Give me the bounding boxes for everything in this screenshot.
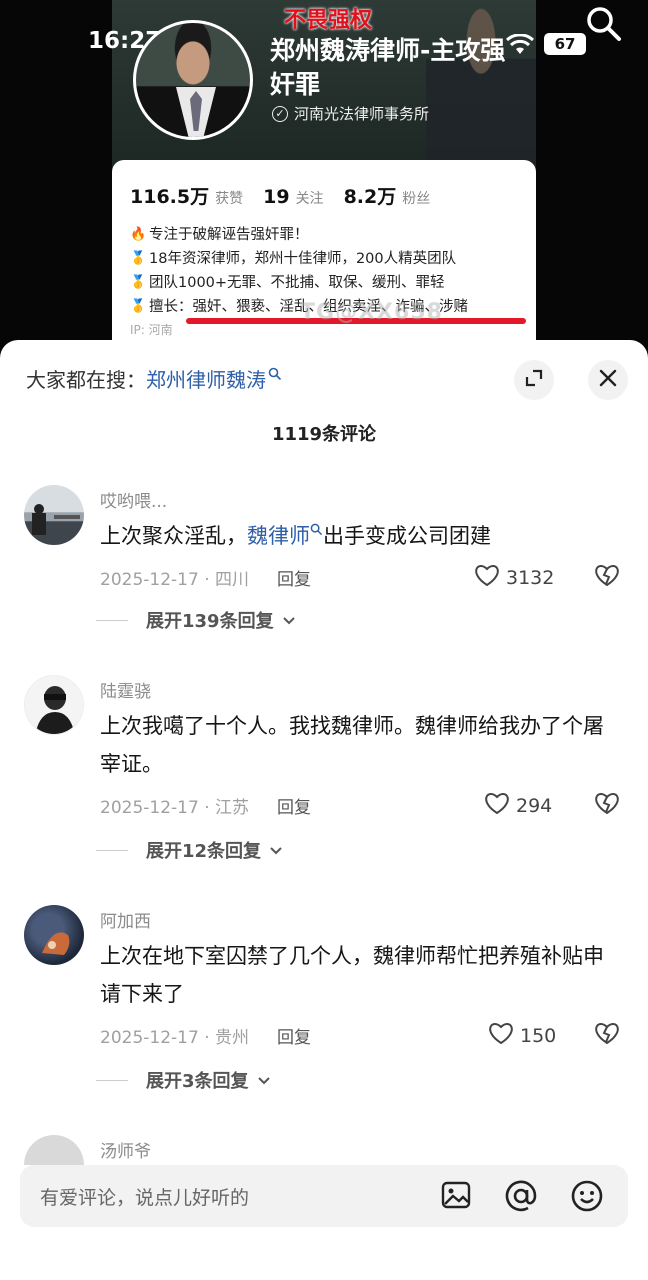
medal-icon: 🥇 bbox=[130, 299, 147, 314]
expand-icon bbox=[524, 368, 544, 392]
profile-stats: 116.5万 获赞 19 关注 8.2万 粉丝 bbox=[130, 182, 518, 209]
comment-text: 上次聚众淫乱，魏律师 出手变成公司团建 bbox=[100, 517, 620, 555]
dislike-button[interactable] bbox=[594, 563, 620, 591]
comment-count: 1119条评论 bbox=[271, 424, 377, 445]
verified-icon: ✓ bbox=[272, 105, 288, 122]
comment-meta: 2025-12-17 · 四川 回复 bbox=[100, 565, 311, 590]
search-suggestion[interactable]: 大家都在搜： 郑州律师魏涛 bbox=[26, 364, 282, 393]
like-count: 3132 bbox=[506, 566, 555, 589]
avatar[interactable] bbox=[24, 905, 84, 965]
wifi-icon bbox=[505, 33, 535, 60]
video-banner-text: 不畏强权 bbox=[284, 8, 373, 33]
search-suggestion-prefix: 大家都在搜： bbox=[26, 368, 146, 392]
expand-replies-button[interactable]: 展开3条回复 bbox=[96, 1067, 271, 1093]
chevron-down-icon bbox=[282, 610, 296, 631]
comment-text-part: 上次聚众淫乱， bbox=[100, 524, 247, 548]
image-icon[interactable] bbox=[440, 1179, 472, 1215]
expand-replies-button[interactable]: 展开12条回复 bbox=[96, 837, 283, 863]
likes-label: 获赞 bbox=[215, 191, 244, 207]
comment-date: 2025-12-17 · 江苏 bbox=[100, 798, 250, 818]
comment-text: 上次我噶了十个人。我找魏律师。魏律师给我办了个屠宰证。 bbox=[100, 714, 604, 776]
emoji-icon[interactable] bbox=[570, 1179, 604, 1217]
search-icon bbox=[310, 523, 323, 548]
dislike-button[interactable] bbox=[594, 791, 620, 819]
profile-avatar[interactable] bbox=[133, 20, 253, 140]
broken-heart-icon bbox=[594, 565, 620, 591]
medal-icon: 🥇 bbox=[130, 251, 147, 266]
like-button[interactable]: 294 bbox=[484, 791, 552, 820]
verified-org: 河南光法律师事务所 bbox=[294, 105, 430, 123]
comment-item: 汤师爷 bbox=[0, 1135, 648, 1165]
at-icon[interactable] bbox=[504, 1179, 538, 1217]
dislike-button[interactable] bbox=[594, 1021, 620, 1049]
followers-count: 8.2万 bbox=[343, 186, 397, 208]
heart-icon bbox=[474, 563, 500, 592]
comment-username[interactable]: 哎哟喂... bbox=[100, 487, 167, 512]
reply-button[interactable]: 回复 bbox=[277, 565, 311, 590]
comment-text: 上次在地下室囚禁了几个人，魏律师帮忙把养殖补贴申请下来了 bbox=[100, 944, 604, 1006]
video-background[interactable]: 不畏强权 16:27 67 郑州魏涛律师-主攻强奸罪 ✓ 河南光法律师事务所 1… bbox=[0, 0, 648, 360]
bio-line: 🥇 团队1000+无罪、不批捕、取保、缓刑、罪轻 bbox=[130, 271, 518, 295]
bio-text: 专注于破解诬告强奸罪！ bbox=[149, 227, 309, 243]
likes-count: 116.5万 bbox=[130, 186, 210, 208]
avatar[interactable] bbox=[24, 675, 84, 735]
bio-text: 18年资深律师，郑州十佳律师，200人精英团队 bbox=[149, 251, 457, 267]
divider bbox=[96, 619, 128, 621]
expand-replies-label: 展开139条回复 bbox=[146, 611, 274, 632]
comment-date: 2025-12-17 · 贵州 bbox=[100, 1028, 250, 1048]
expand-replies-label: 展开12条回复 bbox=[146, 841, 262, 862]
battery-indicator: 67 bbox=[544, 33, 586, 55]
like-button[interactable]: 150 bbox=[488, 1021, 556, 1050]
avatar[interactable] bbox=[24, 485, 84, 545]
close-button[interactable] bbox=[588, 360, 628, 400]
comment-input[interactable]: 有爱评论，说点儿好听的 bbox=[20, 1165, 628, 1227]
comment-meta: 2025-12-17 · 贵州 回复 bbox=[100, 1023, 311, 1048]
like-count: 294 bbox=[516, 794, 553, 817]
broken-heart-icon bbox=[594, 793, 620, 819]
reply-button[interactable]: 回复 bbox=[277, 1023, 311, 1048]
followers-label: 粉丝 bbox=[402, 191, 431, 207]
comment-username[interactable]: 陆霆骁 bbox=[100, 677, 151, 702]
chevron-down-icon bbox=[257, 1070, 271, 1091]
fire-icon: 🔥 bbox=[130, 227, 147, 242]
comment-meta: 2025-12-17 · 江苏 回复 bbox=[100, 793, 311, 818]
medal-icon: 🥇 bbox=[130, 275, 147, 290]
profile-info-card: 116.5万 获赞 19 关注 8.2万 粉丝 🔥 专注于破解诬告强奸罪！ 🥇 … bbox=[112, 160, 536, 360]
comment-input-placeholder: 有爱评论，说点儿好听的 bbox=[40, 1187, 250, 1209]
expand-sheet-button[interactable] bbox=[514, 360, 554, 400]
expand-replies-label: 展开3条回复 bbox=[146, 1071, 249, 1092]
divider bbox=[96, 849, 128, 851]
bio-line: 🥇 18年资深律师，郑州十佳律师，200人精英团队 bbox=[130, 247, 518, 271]
search-icon bbox=[268, 362, 282, 386]
avatar[interactable] bbox=[24, 1135, 84, 1165]
like-button[interactable]: 3132 bbox=[474, 563, 554, 592]
comment-username[interactable]: 汤师爷 bbox=[100, 1137, 151, 1162]
comment-username[interactable]: 阿加西 bbox=[100, 907, 151, 932]
search-suggestion-keyword[interactable]: 郑州律师魏涛 bbox=[146, 364, 266, 393]
comment-keyword-link[interactable]: 魏律师 bbox=[247, 524, 310, 548]
profile-name[interactable]: 郑州魏涛律师-主攻强奸罪 bbox=[270, 34, 510, 102]
chevron-down-icon bbox=[269, 840, 283, 861]
verified-badge: ✓ 河南光法律师事务所 bbox=[272, 103, 429, 124]
following-label: 关注 bbox=[295, 191, 324, 207]
bio-text: 团队1000+无罪、不批捕、取保、缓刑、罪轻 bbox=[149, 275, 445, 291]
divider bbox=[96, 1079, 128, 1081]
comment-date: 2025-12-17 · 四川 bbox=[100, 570, 250, 590]
heart-icon bbox=[484, 791, 510, 820]
reply-button[interactable]: 回复 bbox=[277, 793, 311, 818]
search-icon[interactable] bbox=[584, 4, 624, 48]
broken-heart-icon bbox=[594, 1023, 620, 1049]
heart-icon bbox=[488, 1021, 514, 1050]
watermark: TG@XX658 bbox=[300, 300, 443, 325]
bio-line: 🔥 专注于破解诬告强奸罪！ bbox=[130, 223, 518, 247]
comment-sheet: 大家都在搜： 郑州律师魏涛 1119条评论 哎哟喂... 上次聚众淫乱，魏律师 … bbox=[0, 340, 648, 1280]
following-count: 19 bbox=[263, 186, 290, 208]
close-icon bbox=[599, 369, 617, 391]
comment-text-part: 出手变成公司团建 bbox=[323, 524, 491, 548]
expand-replies-button[interactable]: 展开139条回复 bbox=[96, 607, 296, 633]
like-count: 150 bbox=[520, 1024, 557, 1047]
